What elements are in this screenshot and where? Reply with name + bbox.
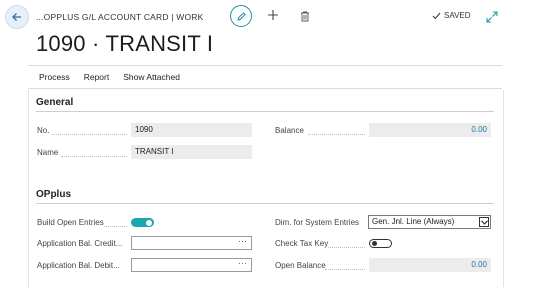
dim-system-entries-value: Gen. Jnl. Line (Always)	[372, 217, 455, 226]
lookup-ellipsis-icon[interactable]: ···	[238, 236, 247, 246]
no-field[interactable]: 1090	[131, 123, 252, 137]
check-tax-key-label: Check Tax Key	[275, 239, 329, 248]
delete-button[interactable]	[300, 9, 310, 27]
breadcrumb: ...OPPLUS G/L ACCOUNT CARD | WORK	[36, 12, 204, 22]
dim-system-entries-label: Dim. for System Entries	[275, 218, 360, 227]
pencil-icon	[236, 11, 246, 21]
build-open-entries-toggle[interactable]	[131, 218, 154, 227]
section-divider	[36, 111, 494, 112]
section-divider	[36, 203, 494, 204]
label-leader	[52, 134, 127, 135]
app-bal-credit-label: Application Bal. Credit...	[37, 239, 123, 248]
saved-label: SAVED	[444, 11, 471, 20]
checkmark-icon	[432, 12, 441, 19]
name-field[interactable]: TRANSIT I	[131, 145, 252, 159]
plus-icon	[268, 10, 278, 20]
expand-icon	[486, 11, 498, 23]
open-balance-field[interactable]: 0.00	[369, 258, 491, 272]
section-title-opplus[interactable]: OPplus	[36, 189, 71, 200]
no-label: No.	[37, 126, 50, 135]
menu-item-report[interactable]: Report	[84, 72, 110, 82]
menu-item-process[interactable]: Process	[39, 72, 70, 82]
label-leader	[61, 156, 127, 157]
app-bal-debit-input[interactable]: ···	[131, 258, 252, 272]
app-bal-debit-label: Application Bal. Debit...	[37, 261, 120, 270]
back-button[interactable]	[5, 5, 29, 29]
lookup-ellipsis-icon[interactable]: ···	[238, 258, 247, 268]
check-tax-key-toggle[interactable]	[369, 239, 392, 248]
saved-status: SAVED	[432, 11, 471, 20]
section-title-general[interactable]: General	[36, 97, 73, 108]
edit-button[interactable]	[230, 5, 252, 27]
new-button[interactable]	[267, 9, 279, 23]
menu-item-show-attached[interactable]: Show Attached	[123, 72, 180, 82]
trash-icon	[301, 11, 309, 22]
toggle-knob	[372, 241, 377, 246]
back-arrow-icon	[12, 13, 21, 21]
name-label: Name	[37, 148, 59, 157]
chevron-down-icon	[479, 217, 489, 227]
label-leader	[325, 269, 365, 270]
dim-system-entries-select[interactable]: Gen. Jnl. Line (Always)	[368, 215, 491, 229]
label-leader	[104, 226, 127, 227]
build-open-entries-label: Build Open Entries	[37, 218, 104, 227]
label-leader	[328, 247, 365, 248]
balance-label: Balance	[275, 126, 304, 135]
expand-button[interactable]	[486, 10, 498, 28]
open-balance-label: Open Balance	[275, 261, 326, 270]
label-leader	[308, 134, 365, 135]
toggle-knob	[146, 219, 152, 226]
action-menu-bar: Process Report Show Attached	[28, 65, 502, 89]
app-bal-credit-input[interactable]: ···	[131, 236, 252, 250]
page-title: 1090 · TRANSIT I	[36, 31, 214, 56]
balance-field[interactable]: 0.00	[369, 123, 491, 137]
